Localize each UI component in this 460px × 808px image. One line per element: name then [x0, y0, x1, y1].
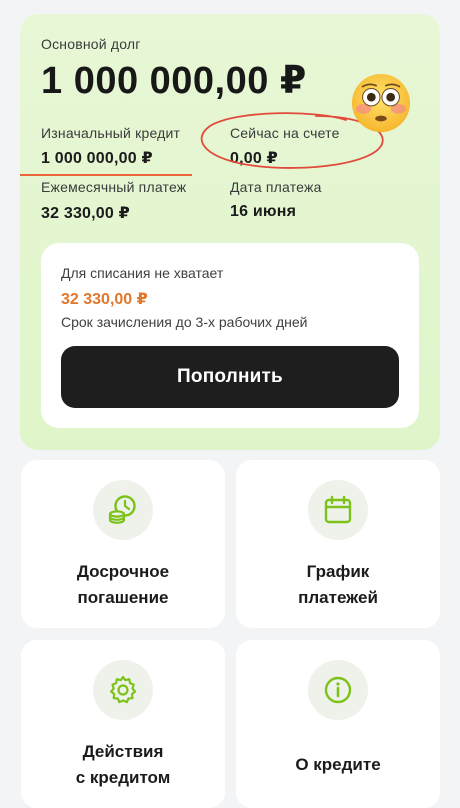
shortfall-label: Для списания не хватает — [61, 265, 224, 281]
principal-label: Основной долг — [41, 36, 141, 52]
early-repayment-icon — [93, 480, 153, 540]
monthly-payment-label: Ежемесячный платеж — [41, 179, 187, 195]
annotation-underline — [20, 174, 192, 176]
early-repayment-tile[interactable]: Досрочное погашение — [21, 460, 225, 628]
payment-date-label: Дата платежа — [230, 179, 322, 195]
info-icon — [308, 660, 368, 720]
shortfall-amount: 32 330,00 ₽ — [61, 291, 148, 308]
about-credit-tile[interactable]: О кредите — [236, 640, 440, 808]
loan-summary-card: Основной долг 1 000 000,00 ₽ Изначальный… — [20, 14, 440, 450]
initial-credit-label: Изначальный кредит — [41, 125, 181, 141]
credit-actions-label: Действия с кредитом — [75, 742, 171, 787]
topup-panel: Для списания не хватает 32 330,00 ₽ Срок… — [41, 243, 419, 428]
credit-actions-tile[interactable]: Действия с кредитом — [21, 640, 225, 808]
payment-schedule-tile[interactable]: График платежей — [236, 460, 440, 628]
early-repayment-label: Досрочное погашение — [76, 562, 170, 607]
payment-schedule-label: График платежей — [298, 562, 378, 607]
about-credit-label: О кредите — [295, 755, 381, 774]
initial-credit-value: 1 000 000,00 ₽ — [41, 150, 153, 167]
topup-button[interactable]: Пополнить — [61, 346, 399, 408]
flushed-face-emoji — [351, 73, 411, 133]
calendar-icon — [308, 480, 368, 540]
monthly-payment-value: 32 330,00 ₽ — [41, 205, 130, 222]
principal-amount: 1 000 000,00 ₽ — [41, 60, 307, 102]
payment-date-value: 16 июня — [230, 203, 297, 220]
credit-term-text: Срок зачисления до 3-х рабочих дней — [61, 314, 308, 330]
gear-icon — [93, 660, 153, 720]
